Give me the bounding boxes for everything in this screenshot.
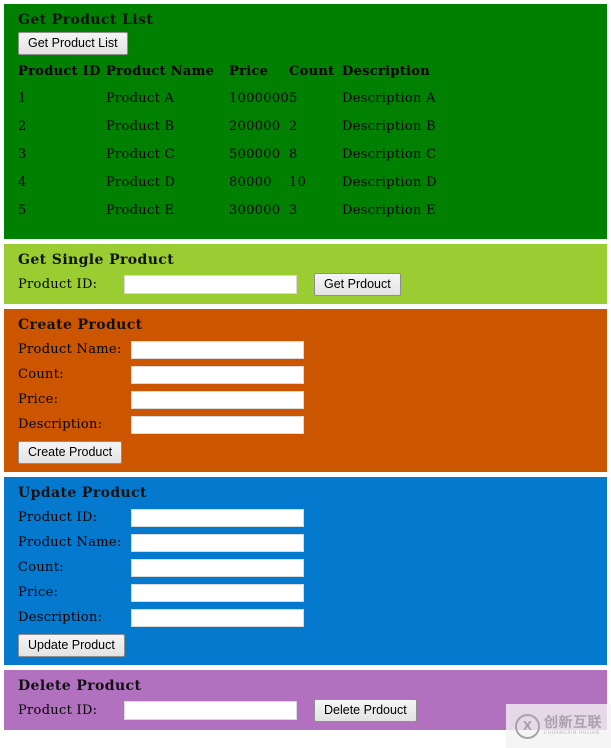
table-row: 5 Product E 300000 3 Description E [18,203,472,231]
create-product-button-row: Create Product [18,441,597,464]
get-single-product-id-input[interactable] [124,274,297,294]
cell-count: 2 [289,119,298,134]
delete-product-id-input[interactable] [124,700,297,720]
cell-product-id: 1 [18,91,27,106]
update-description-row: Description: [18,605,597,630]
label-description: Description: [18,610,103,625]
cell-count: 3 [289,203,298,218]
label-count: Count: [18,367,64,382]
section-delete-product: Delete Product Product ID: Delete Prdouc… [4,670,607,730]
cell-product-name: Product C [106,147,175,162]
table-row: 4 Product D 80000 10 Description D [18,175,472,203]
update-price-input[interactable] [131,583,304,602]
label-product-id: Product ID: [18,276,98,292]
cell-count: 8 [289,147,298,162]
create-product-name-input[interactable] [131,340,304,359]
create-product-title: Create Product [18,317,143,333]
update-price-row: Price: [18,580,597,605]
cell-product-id: 3 [18,147,27,162]
create-product-button[interactable]: Create Product [18,441,123,464]
cell-product-name: Product B [106,119,175,134]
update-product-id-row: Product ID: [18,505,597,530]
create-description-input[interactable] [131,415,304,434]
cell-product-id: 4 [18,175,27,190]
label-product-id: Product ID: [18,702,98,718]
cell-description: Description B [342,119,436,134]
update-count-input[interactable] [131,558,304,577]
delete-product-title: Delete Product [18,678,142,694]
table-row: 2 Product B 200000 2 Description B [18,119,472,147]
get-product-list-title: Get Product List [18,12,154,28]
update-product-button-row: Update Product [18,634,597,657]
update-count-row: Count: [18,555,597,580]
create-count-row: Count: [18,362,597,387]
watermark-name-en: CHUANGXIN HULIAN [544,730,600,736]
update-product-button[interactable]: Update Product [18,634,125,657]
get-product-list-button[interactable]: Get Product List [18,32,128,55]
delete-product-row: Product ID: Delete Prdouct [18,698,597,722]
table-row: 3 Product C 500000 8 Description C [18,147,472,175]
section-create-product: Create Product Product Name: Count: Pric… [4,309,607,472]
delete-product-button[interactable]: Delete Prdouct [314,698,417,722]
cell-price: 300000 [229,203,281,218]
cell-description: Description C [342,147,437,162]
label-product-name: Product Name: [18,535,122,550]
label-price: Price: [18,585,59,600]
label-price: Price: [18,392,59,407]
get-single-product-row: Product ID: Get Prdouct [18,272,597,296]
cell-count: 5 [289,91,298,106]
create-description-row: Description: [18,412,597,437]
cell-description: Description D [342,175,437,190]
column-header-count: Count [289,64,335,79]
column-header-price: Price [229,64,269,79]
cell-description: Description A [342,91,436,106]
update-product-title: Update Product [18,485,147,501]
table-row: 1 Product A 1000000 5 Description A [18,91,472,119]
product-list-table: Product ID Product Name Price Count Desc… [18,64,472,231]
label-product-id: Product ID: [18,510,98,525]
update-product-id-input[interactable] [131,508,304,527]
update-description-input[interactable] [131,608,304,627]
cell-product-name: Product A [106,91,175,106]
section-get-single-product: Get Single Product Product ID: Get Prdou… [4,244,607,304]
create-count-input[interactable] [131,365,304,384]
cell-count: 10 [289,175,307,190]
cell-price: 80000 [229,175,272,190]
page-root: Get Product List Get Product List Produc… [0,0,611,748]
column-header-product-name: Product Name [106,64,215,79]
update-product-name-row: Product Name: [18,530,597,555]
section-update-product: Update Product Product ID: Product Name:… [4,477,607,665]
cell-price: 200000 [229,119,281,134]
cell-description: Description E [342,203,436,218]
label-product-name: Product Name: [18,342,122,357]
cell-product-id: 5 [18,203,27,218]
column-header-product-id: Product ID [18,64,101,79]
create-product-name-row: Product Name: [18,337,597,362]
table-header-row: Product ID Product Name Price Count Desc… [18,64,472,91]
cell-price: 1000000 [229,91,289,106]
get-single-product-button[interactable]: Get Prdouct [314,272,401,296]
cell-price: 500000 [229,147,281,162]
cell-product-id: 2 [18,119,27,134]
update-product-name-input[interactable] [131,533,304,552]
create-price-row: Price: [18,387,597,412]
cell-product-name: Product D [106,175,176,190]
get-single-product-title: Get Single Product [18,252,175,268]
create-price-input[interactable] [131,390,304,409]
cell-product-name: Product E [106,203,175,218]
section-get-product-list: Get Product List Get Product List Produc… [4,4,607,239]
column-header-description: Description [342,64,431,79]
label-description: Description: [18,417,103,432]
label-count: Count: [18,560,64,575]
